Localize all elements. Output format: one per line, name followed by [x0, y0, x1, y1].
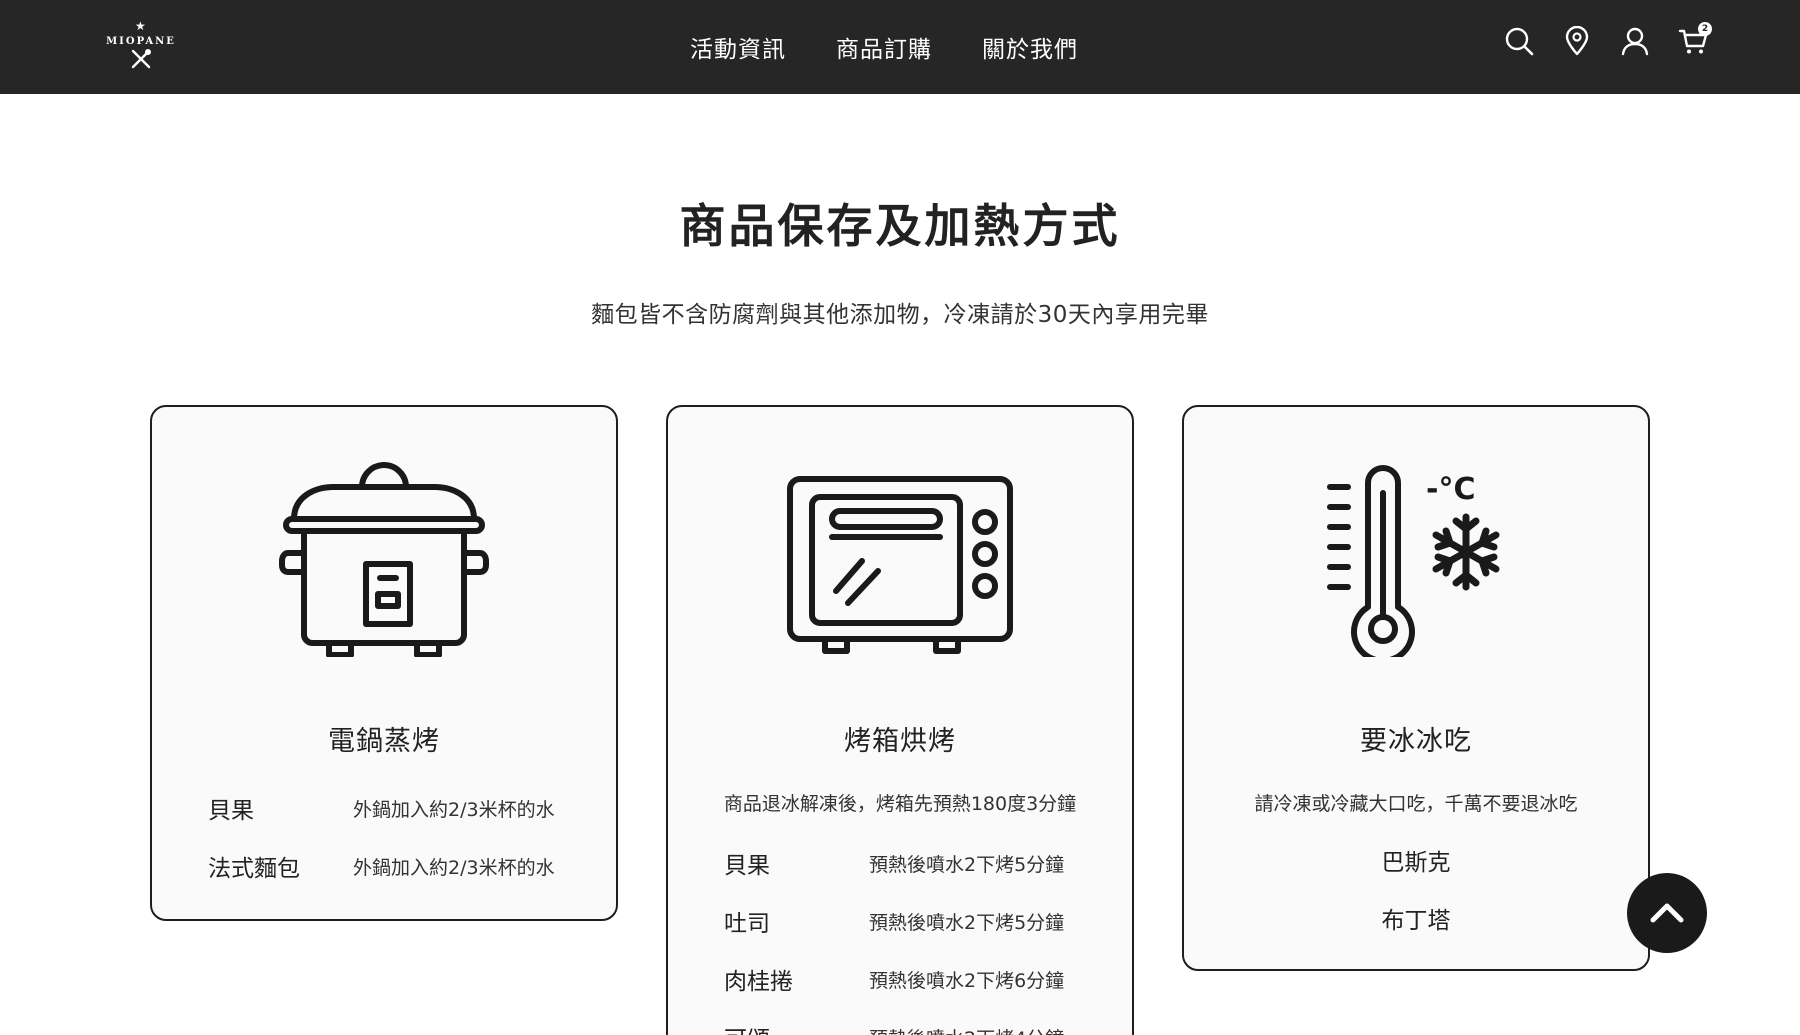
cart-count-badge: 2 — [1698, 22, 1712, 36]
fork-knife-icon — [131, 49, 151, 69]
nav-item-order[interactable]: 商品訂購 — [836, 30, 932, 64]
section-subtitle: 麵包皆不含防腐劑與其他添加物，冷凍請於30天內享用完畢 — [591, 302, 1209, 328]
section-title: 商品保存及加熱方式 — [679, 199, 1121, 253]
table-row: 可頌 預熱後噴水2下烤4分鐘 — [724, 1008, 1084, 1035]
product-name: 肉桂捲 — [724, 969, 793, 995]
main-nav: 活動資訊 商品訂購 關於我們 — [690, 0, 1078, 94]
reheat-table: 貝果 外鍋加入約2/3米杯的水 法式麵包 外鍋加入約2/3米杯的水 — [208, 779, 568, 895]
reheat-method: 預熱後噴水2下烤5分鐘 — [869, 911, 1065, 934]
reheat-method: 外鍋加入約2/3米杯的水 — [353, 798, 555, 821]
site-header: ★ MIOPANE 活動資訊 商品訂購 關於我們 2 — [0, 0, 1800, 94]
list-item: 巴斯克 — [1381, 850, 1451, 876]
rice-cooker-icon — [152, 457, 616, 657]
brand-logo[interactable]: ★ MIOPANE — [105, 20, 177, 74]
user-icon[interactable] — [1620, 26, 1650, 56]
card-oven: 烤箱烘烤 商品退冰解凍後，烤箱先預熱180度3分鐘 貝果 預熱後噴水2下烤5分鐘… — [666, 405, 1134, 1035]
product-list: 巴斯克 布丁塔 — [1184, 834, 1648, 950]
card-rice-cooker: 電鍋蒸烤 貝果 外鍋加入約2/3米杯的水 法式麵包 外鍋加入約2/3米杯的水 — [150, 405, 618, 921]
table-row: 法式麵包 外鍋加入約2/3米杯的水 — [208, 837, 568, 895]
list-item: 布丁塔 — [1381, 908, 1451, 934]
card-title: 烤箱烘烤 — [844, 726, 956, 757]
table-row: 吐司 預熱後噴水2下烤5分鐘 — [724, 892, 1084, 950]
card-note: 請冷凍或冷藏大口吃，千萬不要退冰吃 — [1254, 793, 1578, 815]
location-pin-icon[interactable] — [1562, 25, 1592, 56]
reheat-method: 預熱後噴水2下烤6分鐘 — [869, 969, 1065, 992]
reheat-table: 貝果 預熱後噴水2下烤5分鐘 吐司 預熱後噴水2下烤5分鐘 肉桂捲 預熱後噴水2… — [724, 834, 1084, 1035]
cart-icon[interactable]: 2 — [1678, 22, 1712, 56]
reheat-method: 預熱後噴水2下烤5分鐘 — [869, 853, 1065, 876]
temp-label: -°C — [1426, 472, 1475, 507]
logo-star-icon: ★ — [135, 19, 146, 33]
chevron-up-icon — [1650, 903, 1684, 923]
card-cold: -°C 要冰冰吃 請冷凍或冷藏大口吃，千萬不要退冰吃 巴斯克 布丁塔 — [1182, 405, 1650, 971]
product-name: 貝果 — [208, 798, 254, 824]
table-row: 肉桂捲 預熱後噴水2下烤6分鐘 — [724, 950, 1084, 1008]
product-name: 吐司 — [724, 911, 770, 937]
card-title: 要冰冰吃 — [1360, 726, 1472, 757]
reheat-method: 預熱後噴水2下烤4分鐘 — [869, 1024, 1064, 1035]
nav-item-events[interactable]: 活動資訊 — [690, 30, 786, 64]
product-name: 可頌 — [724, 1020, 869, 1035]
back-to-top-button[interactable] — [1627, 873, 1707, 953]
card-note: 商品退冰解凍後，烤箱先預熱180度3分鐘 — [723, 793, 1077, 815]
product-name: 法式麵包 — [208, 856, 300, 882]
oven-icon — [668, 457, 1132, 657]
logo-wordmark: MIOPANE — [106, 36, 176, 47]
table-row: 貝果 外鍋加入約2/3米杯的水 — [208, 779, 568, 837]
thermometer-snowflake-icon: -°C — [1184, 457, 1648, 657]
product-name: 貝果 — [724, 853, 770, 879]
card-title: 電鍋蒸烤 — [328, 726, 440, 757]
header-tools: 2 — [1504, 22, 1712, 56]
table-row: 貝果 預熱後噴水2下烤5分鐘 — [724, 834, 1084, 892]
search-icon[interactable] — [1504, 26, 1534, 56]
nav-item-about[interactable]: 關於我們 — [982, 30, 1078, 64]
reheat-method: 外鍋加入約2/3米杯的水 — [353, 856, 555, 879]
